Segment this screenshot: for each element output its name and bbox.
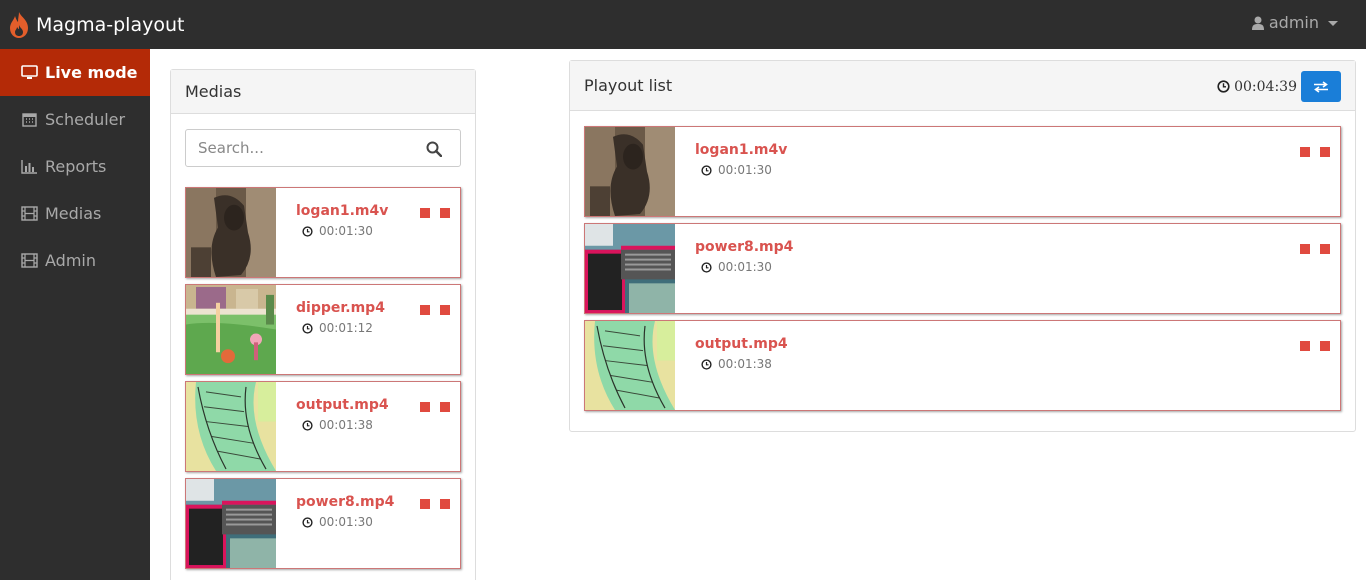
calendar-icon (22, 113, 37, 127)
remove-media-button[interactable] (440, 305, 450, 315)
media-thumbnail (585, 127, 675, 216)
sidebar: Live mode Scheduler Reports Medias Admin (0, 49, 150, 580)
search-input[interactable] (198, 139, 418, 157)
user-menu[interactable]: admin (1251, 13, 1338, 32)
playout-item-duration: 00:01:30 (701, 163, 772, 177)
add-to-playout-button[interactable] (420, 208, 430, 218)
clock-icon (701, 261, 712, 273)
media-thumbnail (186, 285, 276, 374)
media-title: output.mp4 (296, 397, 389, 413)
remove-media-button[interactable] (440, 402, 450, 412)
add-to-playout-button[interactable] (420, 499, 430, 509)
exchange-icon (1314, 80, 1328, 93)
media-thumbnail (585, 224, 675, 313)
media-card-output[interactable]: output.mp4 00:01:38 (185, 381, 461, 472)
clock-icon (302, 225, 313, 237)
playout-item-power8[interactable]: power8.mp4 00:01:30 (584, 223, 1341, 314)
clock-icon (1217, 80, 1230, 93)
medias-panel-title: Medias (171, 70, 475, 114)
swap-button[interactable] (1301, 71, 1341, 102)
film-icon (21, 253, 38, 268)
playout-header-controls: 00:04:39 (1217, 71, 1341, 102)
playout-remove-button[interactable] (1320, 244, 1330, 254)
monitor-icon (21, 65, 38, 79)
sidebar-item-label: Live mode (45, 63, 138, 82)
playout-item-title: power8.mp4 (695, 239, 794, 255)
media-duration: 00:01:30 (302, 224, 373, 238)
playout-remove-button[interactable] (1320, 341, 1330, 351)
playout-panel: Playout list 00:04:39 logan1.m4v 00:01:3… (569, 60, 1356, 432)
brand[interactable]: Magma-playout (8, 10, 184, 40)
playout-action-button[interactable] (1300, 147, 1310, 157)
sidebar-item-label: Medias (45, 204, 102, 223)
media-thumbnail (585, 321, 675, 410)
flame-logo-icon (10, 12, 28, 38)
caret-down-icon (1328, 21, 1338, 26)
media-duration: 00:01:38 (302, 418, 373, 432)
medias-panel: Medias logan1.m4v 00:01:30 dipper.mp4 00… (170, 69, 476, 580)
clock-icon (302, 322, 313, 334)
clock-icon (302, 516, 313, 528)
media-thumbnail (186, 188, 276, 277)
media-card-power8[interactable]: power8.mp4 00:01:30 (185, 478, 461, 569)
media-card-dipper[interactable]: dipper.mp4 00:01:12 (185, 284, 461, 375)
top-navbar: Magma-playout admin (0, 0, 1366, 49)
media-title: dipper.mp4 (296, 300, 385, 316)
add-to-playout-button[interactable] (420, 305, 430, 315)
sidebar-item-medias[interactable]: Medias (0, 190, 150, 237)
sidebar-item-live-mode[interactable]: Live mode (0, 49, 150, 96)
bar-chart-icon (21, 160, 37, 174)
sidebar-item-scheduler[interactable]: Scheduler (0, 96, 150, 143)
add-to-playout-button[interactable] (420, 402, 430, 412)
clock-icon (701, 164, 712, 176)
clock-icon (701, 358, 712, 370)
playout-item-duration: 00:01:38 (701, 357, 772, 371)
playout-item-logan1[interactable]: logan1.m4v 00:01:30 (584, 126, 1341, 217)
media-duration: 00:01:12 (302, 321, 373, 335)
search-box[interactable] (185, 129, 461, 167)
sidebar-item-label: Admin (45, 251, 96, 270)
playout-action-button[interactable] (1300, 244, 1310, 254)
user-name: admin (1268, 13, 1319, 32)
playout-item-output[interactable]: output.mp4 00:01:38 (584, 320, 1341, 411)
sidebar-item-label: Scheduler (45, 110, 126, 129)
search-icon[interactable] (426, 141, 442, 157)
sidebar-item-reports[interactable]: Reports (0, 143, 150, 190)
film-icon (21, 206, 38, 221)
playout-action-button[interactable] (1300, 341, 1310, 351)
remove-media-button[interactable] (440, 499, 450, 509)
media-thumbnail (186, 382, 276, 471)
media-duration: 00:01:30 (302, 515, 373, 529)
playout-item-title: logan1.m4v (695, 142, 788, 158)
playout-item-title: output.mp4 (695, 336, 788, 352)
playout-remove-button[interactable] (1320, 147, 1330, 157)
sidebar-item-admin[interactable]: Admin (0, 237, 150, 284)
media-title: logan1.m4v (296, 203, 389, 219)
playout-total-duration: 00:04:39 (1217, 79, 1297, 95)
media-card-logan1[interactable]: logan1.m4v 00:01:30 (185, 187, 461, 278)
remove-media-button[interactable] (440, 208, 450, 218)
media-title: power8.mp4 (296, 494, 395, 510)
playout-item-duration: 00:01:30 (701, 260, 772, 274)
sidebar-item-label: Reports (45, 157, 107, 176)
user-icon (1251, 16, 1264, 30)
clock-icon (302, 419, 313, 431)
media-thumbnail (186, 479, 276, 568)
app-title: Magma-playout (36, 14, 185, 36)
